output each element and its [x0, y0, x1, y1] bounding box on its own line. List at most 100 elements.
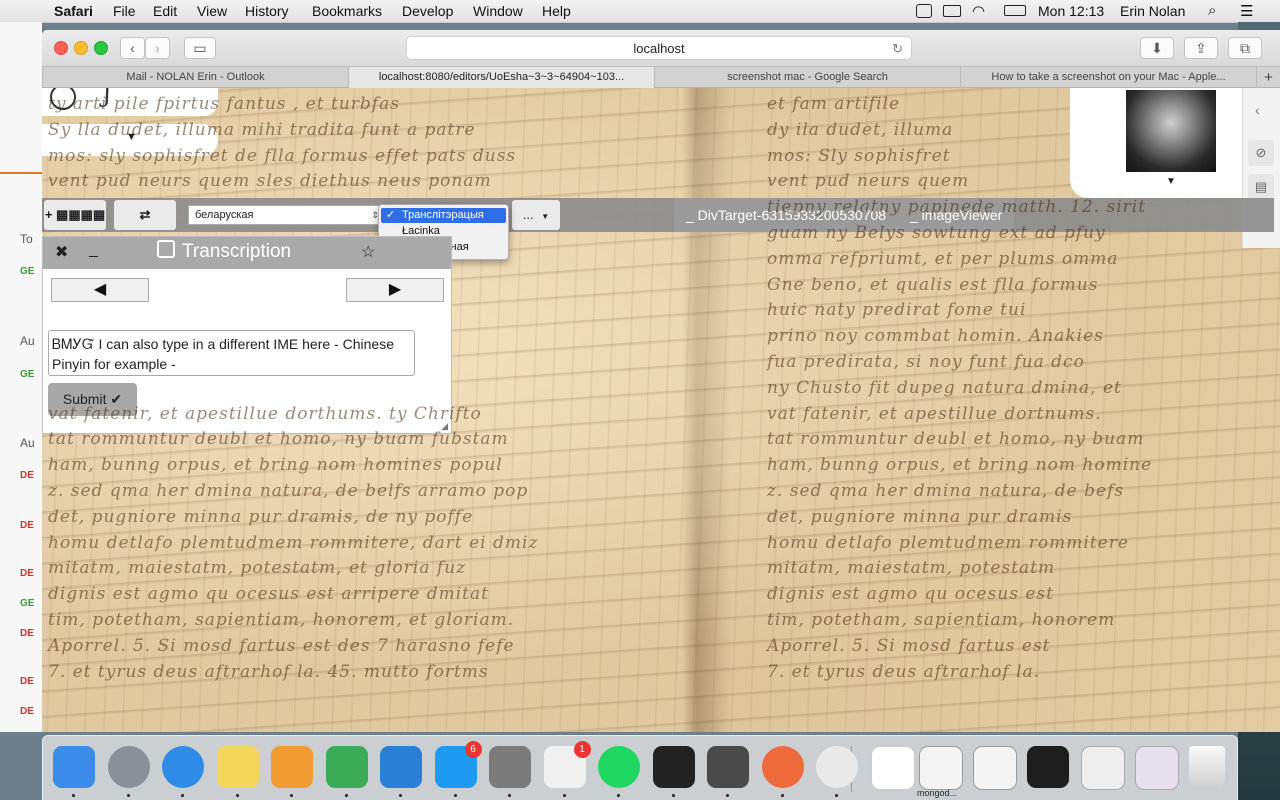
manuscript-line: tim, potetham, sapientiam, honorem, et g…	[48, 610, 515, 630]
dock-numbers-icon[interactable]	[325, 746, 368, 788]
panel-title: Transcription	[182, 241, 292, 262]
background-label: DE	[20, 628, 34, 639]
manuscript-line: dignis est agmo qu ocesus est arripere d…	[48, 584, 489, 605]
add-layout-button[interactable]: + ▦▦▦▦	[44, 200, 106, 230]
close-icon[interactable]: ✖	[55, 242, 68, 262]
tabs-overview-icon[interactable]: ⧉	[1228, 37, 1262, 59]
address-url: localhost	[633, 41, 685, 56]
new-tab-button[interactable]: +	[1256, 67, 1280, 88]
share-icon[interactable]: ⇪	[1184, 37, 1218, 59]
menu-bookmarks[interactable]: Bookmarks	[312, 3, 382, 19]
sidebar-toggle-icon[interactable]: ▭	[184, 37, 216, 59]
manuscript-line: mos: sly sophisfret de flla formus effet…	[48, 145, 517, 166]
reload-icon[interactable]: ↻	[892, 37, 903, 60]
battery-icon[interactable]	[1004, 5, 1026, 16]
background-accent-line	[0, 172, 42, 174]
downloads-icon[interactable]: ⬇	[1140, 37, 1174, 59]
dock: mongod... 6 1	[42, 735, 1238, 800]
minimized-window[interactable]	[1081, 746, 1125, 790]
chevron-down-icon[interactable]: ▼	[1166, 176, 1176, 187]
minimized-window[interactable]	[1135, 746, 1179, 790]
minimized-terminal-window[interactable]	[1027, 746, 1069, 788]
spotlight-search-icon[interactable]: ⌕	[1208, 2, 1216, 19]
address-bar[interactable]: localhost ↻	[406, 36, 912, 60]
forward-button[interactable]: ›	[145, 37, 170, 59]
menu-window[interactable]: Window	[473, 3, 523, 19]
tab-google-search[interactable]: screenshot mac - Google Search	[654, 67, 960, 88]
tab-outlook[interactable]: Mail - NOLAN Erin - Outlook	[42, 67, 348, 88]
dock-running-indicator	[671, 794, 675, 797]
manuscript-line: homu detlafo plemtudmem rommitere	[767, 532, 1129, 553]
minimized-window-mongod[interactable]	[919, 746, 963, 790]
browser-toolbar: ‹ › ▭ localhost ↻ ⬇ ⇪ ⧉	[42, 30, 1280, 66]
background-label: GE	[20, 369, 35, 380]
wifi-icon[interactable]: ◠	[972, 2, 985, 20]
manuscript-viewer[interactable]: ʃ ▼ ▼ ‹ ⊘ ▤ + ▦▦▦▦ ⇄ ▦▦▦▦ беларуская ⇕ .…	[42, 88, 1280, 732]
menu-develop[interactable]: Develop	[402, 3, 453, 19]
switch-layout-button[interactable]: ⇄ ▦▦▦▦	[114, 200, 176, 252]
dock-notes-icon[interactable]	[216, 746, 259, 788]
back-button[interactable]: ‹	[120, 37, 145, 59]
notes-icon[interactable]: ▤	[1248, 174, 1274, 200]
trash-icon[interactable]	[1189, 746, 1225, 788]
hide-eye-icon[interactable]: ⊘	[1248, 140, 1274, 166]
dock-postman-icon[interactable]	[761, 746, 804, 788]
dock-terminal-icon[interactable]	[652, 746, 695, 788]
menu-view[interactable]: View	[197, 3, 227, 19]
menu-clock[interactable]: Mon 12:13	[1038, 3, 1104, 19]
minimize-icon[interactable]: _	[89, 241, 98, 259]
background-label: To	[20, 232, 33, 246]
dock-finder-icon[interactable]	[53, 746, 95, 788]
background-label: DE	[20, 676, 34, 687]
zoom-window-icon[interactable]	[94, 41, 108, 55]
dock-launchpad-icon[interactable]	[107, 746, 150, 788]
menu-app-name[interactable]: Safari	[54, 3, 93, 19]
manuscript-line: det, pugniore minna pur dramis, de ny po…	[48, 506, 474, 527]
minimized-logo-window[interactable]	[871, 746, 915, 790]
minimized-window[interactable]	[973, 746, 1017, 790]
minimize-window-icon[interactable]	[74, 41, 88, 55]
dock-pages-icon[interactable]	[271, 746, 313, 788]
tab-editor[interactable]: localhost:8080/editors/UoEsha~3~3~64904~…	[348, 67, 654, 88]
more-options-button[interactable]: ... ▼	[512, 200, 560, 230]
dock-spotify-icon[interactable]	[598, 746, 640, 788]
screen-share-icon[interactable]	[916, 4, 932, 18]
dock-running-indicator	[290, 794, 293, 797]
chevron-left-icon[interactable]: ‹	[1255, 102, 1260, 118]
manuscript-line: z. sed qma her dmina natura, de belfs ar…	[48, 481, 529, 501]
manuscript-line: mitatm, maiestatm, potestatm	[767, 558, 1056, 579]
menu-history[interactable]: History	[245, 3, 289, 19]
memory-icon[interactable]	[943, 5, 961, 17]
dock-system-preferences-icon[interactable]	[489, 746, 531, 788]
close-window-icon[interactable]	[54, 41, 68, 55]
menu-user[interactable]: Erin Nolan	[1120, 3, 1185, 19]
manuscript-line: Aporrel. 5. Si mosd fartus est des 7 har…	[48, 635, 515, 656]
dock-sublime-text-icon[interactable]	[707, 746, 749, 788]
script-option-translit[interactable]: ✓ Транслітэрацыя	[381, 208, 506, 223]
menu-help[interactable]: Help	[542, 3, 571, 19]
next-page-button[interactable]: ▶	[346, 278, 444, 302]
manuscript-line: ham, bunng orpus, et bring nom homine	[767, 455, 1153, 476]
cat-thumbnail-image[interactable]	[1126, 90, 1216, 172]
manuscript-line: guam ny Belys sowtung ext ad pfuy	[767, 223, 1106, 243]
background-label: GE	[20, 598, 35, 609]
star-icon[interactable]: ☆	[361, 242, 375, 262]
menu-file[interactable]: File	[113, 3, 136, 19]
transcription-textarea[interactable]	[48, 330, 415, 376]
manuscript-line: tim, potetham, sapientiam, honorem	[767, 610, 1116, 630]
more-options-label: ...	[522, 207, 534, 222]
menu-edit[interactable]: Edit	[153, 3, 177, 19]
dock-running-indicator	[235, 794, 239, 797]
prev-page-button[interactable]: ◀	[51, 278, 149, 302]
notification-center-icon[interactable]: ☰	[1240, 2, 1253, 20]
language-select-value: беларуская	[195, 209, 254, 221]
manuscript-line: mitatm, maiestatm, potestatm, et gloria …	[48, 558, 467, 579]
manuscript-line: Gne beno, et qualis est flla formus	[767, 274, 1099, 295]
tab-apple-support[interactable]: How to take a screenshot on your Mac - A…	[960, 67, 1256, 88]
manuscript-line: fua predirata, si noy funt fua dco	[767, 352, 1085, 372]
dock-safari-icon[interactable]	[162, 746, 204, 788]
dock-chrome-icon[interactable]	[816, 746, 858, 788]
manuscript-line: ny Chusto fit dupeg natura dmina, et	[767, 377, 1122, 398]
language-select[interactable]: беларуская ⇕	[188, 205, 384, 225]
dock-keynote-icon[interactable]	[380, 746, 422, 788]
